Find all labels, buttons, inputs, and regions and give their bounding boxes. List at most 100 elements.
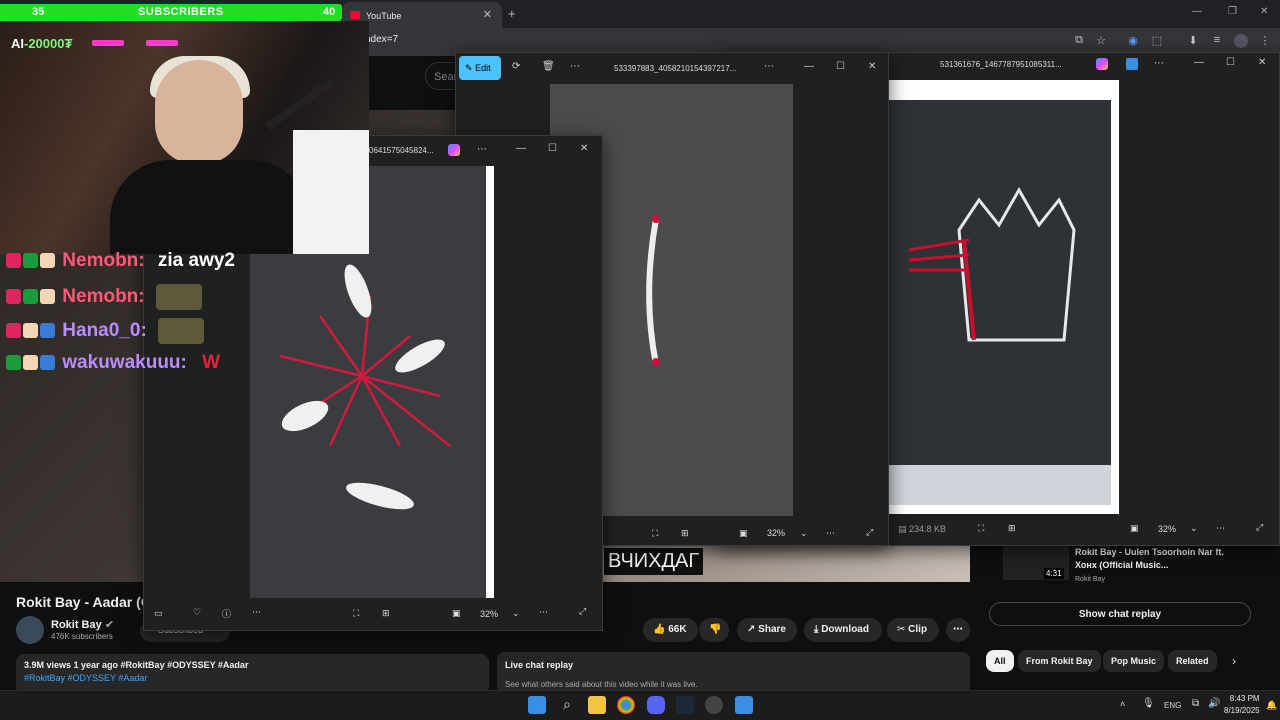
download-icon[interactable]: ⬇ [1186, 34, 1200, 48]
fill-icon[interactable]: ⊞ [1008, 523, 1016, 534]
delete-icon[interactable]: 🗑 [542, 61, 555, 72]
menu-icon[interactable]: ⋮ [1258, 34, 1272, 48]
minimize-icon[interactable]: — [1194, 57, 1204, 68]
zoom-fit-icon[interactable]: ▣ [739, 528, 748, 539]
copilot-icon[interactable] [1096, 58, 1108, 70]
more-options-icon[interactable]: ⋯ [764, 61, 774, 72]
more-options-icon[interactable]: ⋯ [1216, 523, 1225, 534]
edit-button[interactable]: ✎ Edit [459, 56, 501, 80]
more-options-icon[interactable]: ⋯ [826, 528, 835, 539]
info-icon[interactable]: ⓘ [222, 607, 231, 620]
fit-icon[interactable]: ⛶ [978, 523, 984, 534]
more-options-icon[interactable]: ⋯ [477, 144, 487, 155]
like-button[interactable]: 👍 66K [643, 618, 698, 642]
maximize-icon[interactable]: ❐ [1228, 6, 1237, 17]
description-hashtags[interactable]: #RokitBay #ODYSSEY #Aadar [24, 673, 481, 683]
chip-related[interactable]: Related [1168, 650, 1217, 672]
related-video-channel[interactable]: Rokit Bay [1075, 576, 1105, 583]
dislike-button[interactable]: 👎 [699, 618, 729, 642]
close-icon[interactable]: ✕ [580, 143, 588, 154]
photo-window-crown-title: 531361676_1467787951085311... [940, 60, 1062, 69]
cat-emote-icon [155, 284, 202, 310]
related-video-title[interactable]: Rokit Bay - Uulen Tsoorhoin Nar ft. Хонх… [1075, 546, 1225, 572]
chip-all[interactable]: All [986, 650, 1014, 672]
fit-icon[interactable]: ⛶ [652, 528, 658, 539]
sub-goal-target: 40 [323, 6, 336, 18]
obs-icon[interactable] [705, 696, 723, 714]
more-options-icon[interactable]: ⋯ [539, 607, 548, 618]
fullscreen-icon[interactable]: ⤢ [579, 606, 586, 617]
extensions-icon[interactable]: ⬚ [1150, 34, 1164, 48]
rotate-icon[interactable]: ⟳ [512, 61, 520, 72]
search-icon[interactable]: ⌕ [558, 696, 576, 714]
fit-icon[interactable]: ⛶ [353, 608, 359, 619]
minimize-icon[interactable]: — [804, 61, 814, 72]
tray-chevron-icon[interactable]: ˄ [1120, 699, 1125, 709]
close-icon[interactable]: ✕ [1258, 57, 1266, 68]
steam-icon[interactable] [676, 696, 694, 714]
designer-icon[interactable] [1126, 58, 1138, 70]
profile-avatar[interactable] [1234, 34, 1248, 48]
fullscreen-icon[interactable]: ⤢ [1256, 522, 1263, 533]
ai-bar-indicator [92, 40, 124, 46]
maximize-icon[interactable]: ☐ [548, 143, 557, 154]
audio-icon[interactable]: ◉ [1126, 34, 1140, 48]
close-icon[interactable]: ✕ [868, 61, 876, 72]
photos-icon[interactable] [735, 696, 753, 714]
zoom-level[interactable]: 32% [480, 609, 498, 619]
volume-icon[interactable]: 🔊 [1208, 698, 1220, 709]
fullscreen-icon[interactable]: ⤢ [866, 527, 873, 538]
maximize-icon[interactable]: ☐ [1226, 57, 1235, 68]
live-chat-replay-title: Live chat replay [505, 660, 574, 670]
zoom-dropdown-icon[interactable]: ⌄ [512, 608, 520, 619]
chip-pop-music[interactable]: Pop Music [1103, 650, 1165, 672]
language-indicator[interactable]: ENG [1164, 701, 1181, 710]
microphone-icon[interactable]: 🎙 [1142, 698, 1155, 709]
clock[interactable]: 8:43 PM 8/19/2025 [1224, 693, 1260, 717]
network-icon[interactable]: ⧉ [1192, 698, 1199, 709]
discord-icon[interactable] [647, 696, 665, 714]
filmstrip-icon[interactable]: ▭ [154, 608, 163, 619]
scissors-icon: ✂ [897, 624, 906, 635]
clock-date: 8/19/2025 [1224, 706, 1260, 715]
more-actions-button[interactable]: ⋯ [946, 618, 970, 642]
media-control-icon[interactable]: ≡ [1210, 34, 1224, 48]
zoom-fit-icon[interactable]: ▣ [1130, 523, 1139, 534]
cast-icon[interactable]: ⧉ [1072, 34, 1086, 48]
zoom-dropdown-icon[interactable]: ⌄ [1190, 523, 1198, 534]
notification-icon[interactable]: 🔔 [1266, 700, 1277, 711]
chrome-icon[interactable] [617, 696, 635, 714]
zoom-level[interactable]: 32% [1158, 524, 1176, 534]
minimize-icon[interactable]: — [1192, 6, 1202, 17]
zoom-fit-icon[interactable]: ▣ [452, 608, 461, 619]
show-chat-replay-button[interactable]: Show chat replay [989, 602, 1251, 626]
close-window-icon[interactable]: ✕ [1260, 6, 1268, 17]
more-options-icon[interactable]: ⋯ [1154, 58, 1164, 69]
fill-icon[interactable]: ⊞ [681, 528, 689, 539]
copilot-icon[interactable] [448, 144, 460, 156]
maximize-icon[interactable]: ☐ [836, 61, 845, 72]
close-tab-icon[interactable]: ✕ [483, 8, 492, 21]
more-options-icon[interactable]: ⋯ [570, 61, 580, 72]
url-field[interactable]: ndex=7 [365, 34, 1065, 52]
zoom-level[interactable]: 32% [767, 528, 785, 538]
download-button[interactable]: ⤓ Download [804, 618, 882, 642]
channel-avatar[interactable] [16, 616, 44, 644]
chip-from-rokit-bay[interactable]: From Rokit Bay [1018, 650, 1101, 672]
clip-button[interactable]: ✂ Clip [887, 618, 939, 642]
fill-icon[interactable]: ⊞ [382, 608, 390, 619]
minimize-icon[interactable]: — [516, 143, 526, 154]
file-explorer-icon[interactable] [588, 696, 606, 714]
new-tab-button[interactable]: + [508, 6, 516, 21]
bookmark-star-icon[interactable]: ☆ [1094, 34, 1108, 48]
video-description[interactable]: 3.9M views 1 year ago #RokitBay #ODYSSEY… [16, 654, 489, 694]
share-button[interactable]: ↗ Share [737, 618, 797, 642]
more-options-icon[interactable]: ⋯ [252, 607, 261, 618]
zoom-dropdown-icon[interactable]: ⌄ [800, 528, 808, 539]
chips-next-icon[interactable]: › [1232, 654, 1236, 668]
sub-goal-current: 35 [32, 6, 45, 18]
channel-name[interactable]: Rokit Bay ✔ [51, 618, 114, 631]
chat-username: Nemobn: [62, 250, 145, 271]
favorite-heart-icon[interactable]: ♡ [193, 607, 201, 618]
start-windows-icon[interactable] [528, 696, 546, 714]
